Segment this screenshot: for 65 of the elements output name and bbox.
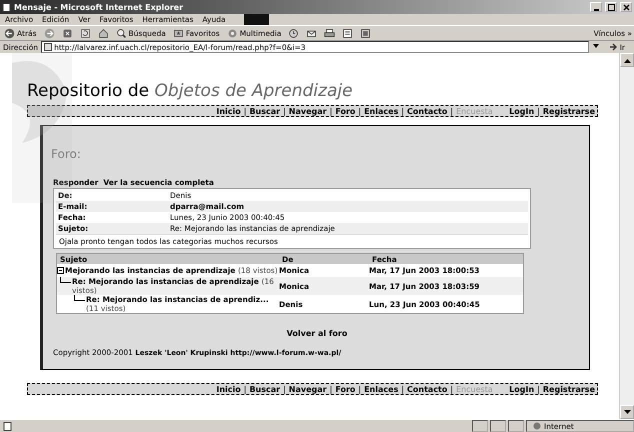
section-title: Foro: <box>51 147 82 161</box>
separator: | <box>358 384 362 394</box>
nav-link[interactable]: Foro <box>335 106 356 116</box>
back-arrow-icon <box>4 28 15 38</box>
up-arrow-icon <box>624 58 630 62</box>
nav-link[interactable]: Registrarse <box>542 384 595 394</box>
arrow-icon <box>608 42 618 52</box>
status-panel <box>472 420 488 432</box>
separator: | <box>283 384 286 394</box>
nav-link[interactable]: Navegar <box>288 106 327 116</box>
separator: | <box>244 384 246 394</box>
document-icon <box>342 28 354 38</box>
minimize-button[interactable] <box>590 2 602 12</box>
window-icon <box>360 28 372 38</box>
printer-icon <box>324 28 336 38</box>
separator: | <box>330 106 332 116</box>
separator: | <box>537 384 540 394</box>
separator: | <box>537 106 540 116</box>
tree-line <box>74 295 85 301</box>
nav-link[interactable]: Contacto <box>407 384 448 394</box>
globe-icon <box>533 422 541 430</box>
page-icon <box>3 422 12 430</box>
windows-logo-icon <box>244 14 269 25</box>
status-panel <box>508 420 524 432</box>
refresh-icon <box>80 28 91 38</box>
nav-link[interactable]: Inicio <box>216 384 241 394</box>
scrollbar[interactable] <box>619 53 634 419</box>
separator: | <box>450 384 454 394</box>
window-title: Mensaje - Microsoft Internet Explorer <box>14 2 184 12</box>
down-arrow-icon <box>624 410 630 414</box>
separator: | <box>401 106 404 116</box>
separator: | <box>244 106 246 116</box>
home-icon <box>98 28 109 38</box>
nav-link[interactable]: Enlaces <box>364 106 398 116</box>
nav-link[interactable]: LogIn <box>509 106 534 116</box>
disc-icon <box>226 28 238 38</box>
nav-link[interactable]: Inicio <box>216 106 241 116</box>
nav-link[interactable]: LogIn <box>509 384 534 394</box>
clock-icon <box>288 28 300 38</box>
status-panel <box>490 420 506 432</box>
separator: | <box>450 106 454 116</box>
separator: | <box>330 384 332 394</box>
tree-line <box>60 277 71 283</box>
stop-icon <box>62 28 73 38</box>
nav-link[interactable]: Contacto <box>407 106 448 116</box>
star-folder-icon <box>172 28 184 38</box>
nav-link[interactable]: Enlaces <box>364 384 398 394</box>
page-icon <box>2 2 11 12</box>
page-icon <box>44 43 52 51</box>
maximize-button[interactable] <box>605 2 617 12</box>
close-button[interactable] <box>620 2 632 12</box>
printer-button[interactable] <box>322 26 338 40</box>
search-icon <box>116 28 127 38</box>
forward-arrow-icon <box>44 28 55 38</box>
nav-link[interactable]: Registrarse <box>542 106 595 116</box>
separator: | <box>283 106 286 116</box>
separator: | <box>358 106 362 116</box>
nav-link[interactable]: Navegar <box>288 384 327 394</box>
back-link[interactable]: Volver al foro <box>286 329 348 338</box>
page-heading: Repositorio de Objetos de Aprendizaje <box>27 81 354 101</box>
nav-link[interactable]: Foro <box>335 384 356 394</box>
nav-link[interactable]: Buscar <box>249 106 280 116</box>
nav-link[interactable]: Buscar <box>249 384 280 394</box>
separator: | <box>401 384 404 394</box>
expand-toggle[interactable] <box>57 267 64 274</box>
